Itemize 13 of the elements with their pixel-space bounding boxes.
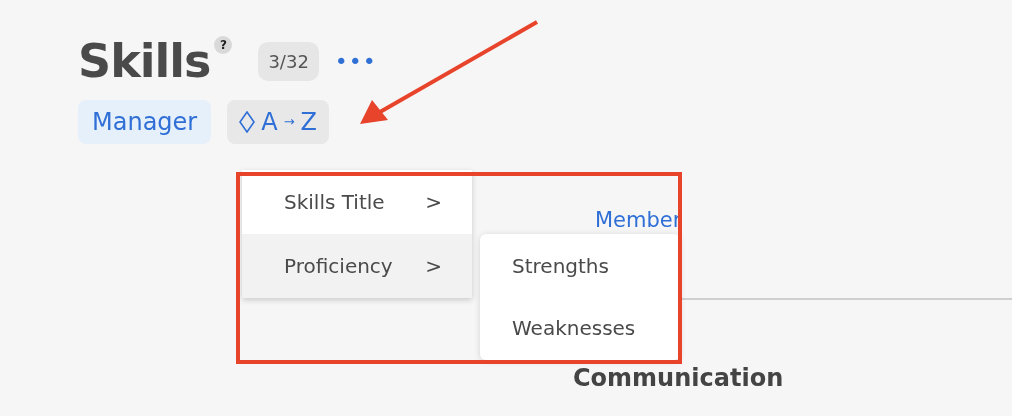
submenu-item[interactable]: Weaknesses [480,297,680,359]
role-chip[interactable]: Manager [78,100,212,144]
submenu-item[interactable]: Strengths [480,235,680,297]
row-label: Communication [573,364,784,392]
sort-icon [239,111,256,133]
count-badge: 3/32 [258,41,319,81]
column-header[interactable]: Member [595,208,682,232]
menu-item[interactable]: Skills Title > [242,170,472,234]
more-button[interactable]: ••• [334,48,377,74]
sort-button[interactable]: A → Z [227,100,329,144]
menu-item[interactable]: Proficiency > [242,234,472,298]
help-badge[interactable]: ? [214,36,233,54]
page-title: Skills [78,33,211,90]
